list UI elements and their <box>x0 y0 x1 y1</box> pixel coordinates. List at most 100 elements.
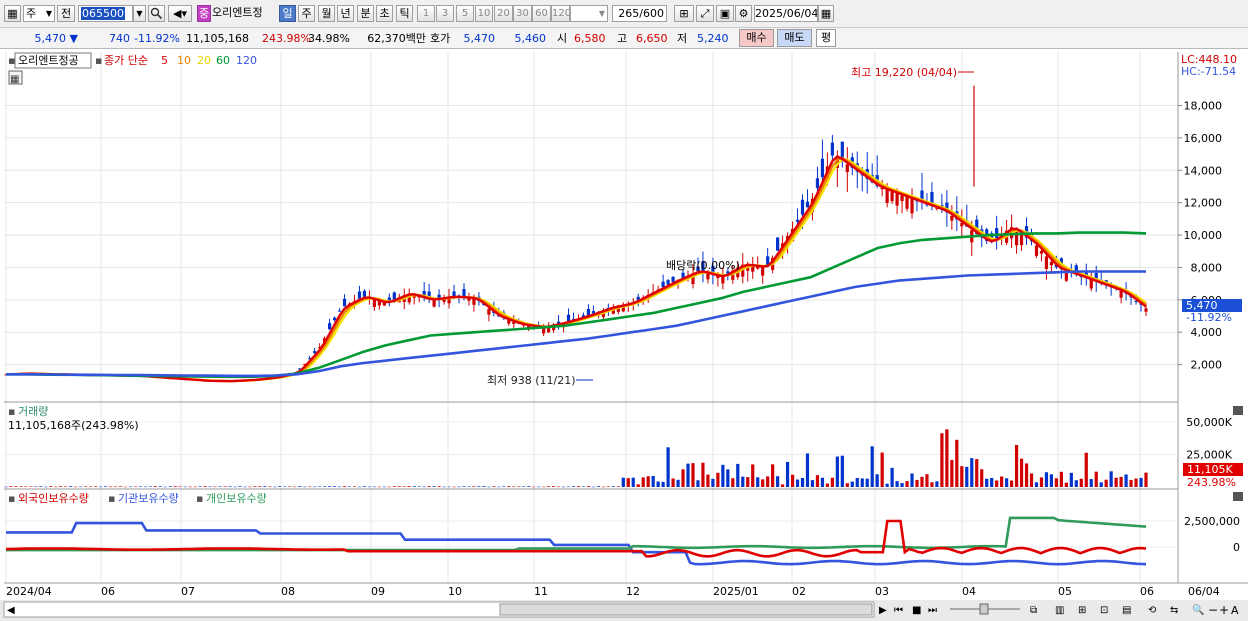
volume-bar <box>566 486 571 488</box>
period-number-button[interactable]: 5 <box>456 5 474 22</box>
volume-bar <box>452 486 456 488</box>
period-number-button[interactable]: 120 <box>551 5 570 22</box>
volume-bar <box>123 486 128 488</box>
count-field[interactable]: 265/600 <box>612 5 667 22</box>
scroll-left-icon[interactable]: ◀ <box>7 605 15 616</box>
font-size-icon[interactable]: A <box>1231 604 1239 617</box>
tab-5[interactable]: 초 <box>376 5 393 22</box>
reset-icon[interactable]: ⟲ <box>1148 605 1157 616</box>
volume-bar <box>34 486 38 487</box>
volume-bar <box>1124 474 1128 487</box>
save-icon[interactable]: ▣ <box>716 5 734 22</box>
crosshair-icon[interactable]: ⤢ <box>696 5 714 22</box>
tab-2[interactable]: 월 <box>318 5 335 22</box>
tab-4[interactable]: 분 <box>357 5 374 22</box>
price-value: 5,470 ▼ <box>34 32 78 45</box>
volume-bar <box>626 478 630 487</box>
close-icon[interactable] <box>1233 492 1243 501</box>
stock-code-input[interactable]: 065500 <box>78 5 133 22</box>
volume-bar <box>696 480 700 487</box>
volume-bar <box>24 486 28 488</box>
zoom-handle[interactable] <box>979 603 989 615</box>
period-number-button[interactable]: 30 <box>513 5 532 22</box>
fast-forward-icon[interactable]: ⏭ <box>928 605 937 616</box>
volume-bar <box>980 469 984 487</box>
gear-icon[interactable]: ⚙ <box>735 5 752 22</box>
volume-ratio: 243.98% <box>262 32 311 45</box>
tab-6[interactable]: 틱 <box>396 5 413 22</box>
volume-bar <box>800 477 805 487</box>
x-tick-label: 05 <box>1058 585 1072 598</box>
zoom-search-icon[interactable]: 🔍 <box>1192 603 1204 616</box>
zoom-in-icon[interactable]: + <box>1219 603 1229 617</box>
fit-icon[interactable]: ⊡ <box>1100 605 1108 616</box>
volume-bar <box>432 486 436 487</box>
prev-button[interactable]: 전 <box>57 5 75 22</box>
candle-body <box>342 298 347 307</box>
volume-bar <box>332 486 337 487</box>
code-dropdown-button[interactable]: ▼ <box>133 5 146 22</box>
copy-icon[interactable]: ⧉ <box>1030 605 1037 616</box>
candle-type-icon[interactable]: ⊞ <box>674 5 694 22</box>
volume-bar <box>880 452 884 487</box>
scrollbar-thumb[interactable] <box>499 603 873 616</box>
tab-0[interactable]: 일 <box>279 5 296 22</box>
period-number-button[interactable]: 3 <box>436 5 454 22</box>
rewind-icon[interactable]: ⏮ <box>894 605 903 616</box>
volume-bar <box>517 486 521 488</box>
period-number-button[interactable]: 20 <box>494 5 513 22</box>
sell-button[interactable]: 매도 <box>777 29 812 47</box>
speaker-icon[interactable]: ◀▾ <box>168 5 192 22</box>
volume-bar <box>1069 472 1073 487</box>
candle-body <box>362 290 367 297</box>
volume-bar <box>44 486 48 488</box>
volume-bar <box>173 486 177 487</box>
zoom-out-icon[interactable]: − <box>1208 603 1218 617</box>
volume-bar <box>193 486 197 488</box>
volume-bar <box>761 479 765 487</box>
stop-icon[interactable]: ■ <box>912 605 921 616</box>
stock-name[interactable]: 오리엔트정 <box>212 5 276 22</box>
holdings-tick-label: 2,500,000 <box>1184 515 1240 528</box>
candle-body <box>830 142 834 156</box>
tab-1[interactable]: 주 <box>298 5 315 22</box>
buy-button[interactable]: 매수 <box>739 29 774 47</box>
calendar-icon[interactable]: ▦ <box>818 5 834 22</box>
period-number-button[interactable]: 1 <box>417 5 435 22</box>
candle-body <box>815 178 820 189</box>
split-icon[interactable]: ⊞ <box>1078 605 1086 616</box>
volume-bar <box>756 477 760 487</box>
volume-bar <box>482 486 486 487</box>
x-tick-label: 06 <box>101 585 115 598</box>
volume-bar <box>293 486 297 488</box>
open-label: 시 <box>557 32 568 45</box>
scroll-right-icon[interactable]: ▶ <box>879 605 887 616</box>
grid-menu-icon[interactable]: ▦ <box>4 5 21 22</box>
tab-3[interactable]: 년 <box>337 5 354 22</box>
layout-icon[interactable]: ▥ <box>1055 605 1064 616</box>
volume-bar <box>915 479 919 487</box>
volume-bar <box>1029 473 1034 487</box>
volume-bar <box>203 486 207 487</box>
volume-bar <box>701 462 705 487</box>
period-select[interactable]: 주 ▼ <box>23 5 55 22</box>
view-icon[interactable]: ▤ <box>1122 605 1131 616</box>
close-icon[interactable] <box>1233 406 1243 415</box>
price-panel-name: 오리엔트정공 <box>18 54 79 67</box>
volume-bar <box>362 486 367 487</box>
chart-area[interactable]: 2024/04 06 07 08 09 10 11 12 2025/01 02 03 04 05 06 06… <box>0 49 1248 621</box>
volume-bar <box>188 486 192 488</box>
volume-bar <box>1064 482 1068 487</box>
y-tick-label: 16,000 <box>1184 132 1223 145</box>
volume-bar <box>726 469 730 487</box>
average-button[interactable]: 평 <box>816 29 836 47</box>
period-number-button[interactable]: 60 <box>532 5 551 22</box>
volume-bar <box>138 486 143 487</box>
volume-bar <box>208 486 212 488</box>
search-icon[interactable] <box>148 5 165 22</box>
date-field[interactable]: 2025/06/04 <box>754 5 818 22</box>
nav-icon[interactable]: ⇆ <box>1170 605 1178 616</box>
period-number-button[interactable]: 10 <box>475 5 493 22</box>
empty-select[interactable]: ▼ <box>570 5 608 22</box>
volume-bar <box>278 486 282 487</box>
